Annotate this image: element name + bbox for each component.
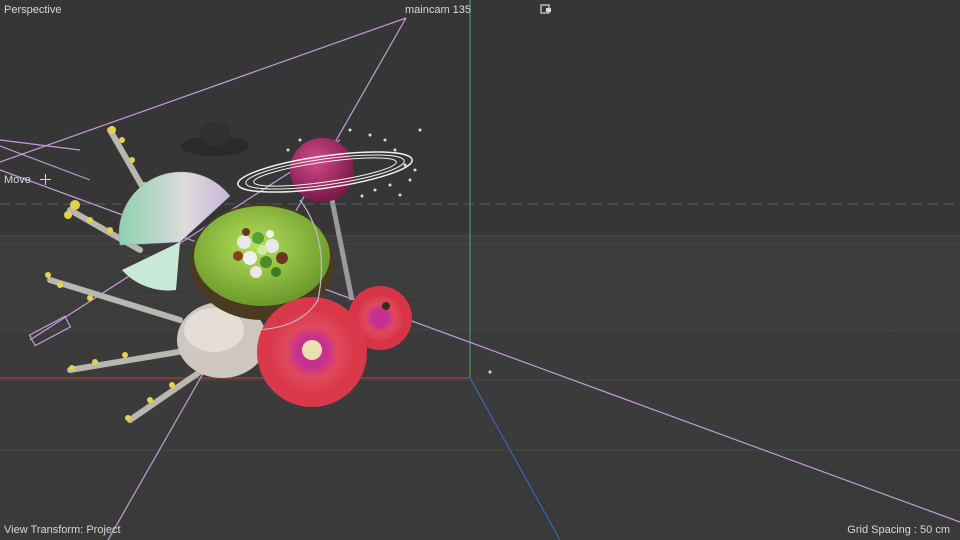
move-crosshair-icon: [40, 174, 51, 185]
grid-spacing-label: Grid Spacing : 50 cm: [847, 524, 950, 536]
pivot-point: [488, 370, 492, 374]
active-tool-label: Move: [4, 174, 31, 186]
red-flower-large: [257, 297, 367, 407]
view-transform-label: View Transform: Project: [4, 524, 121, 536]
magenta-planet: [290, 138, 354, 202]
3d-viewport[interactable]: Perspective maincam 135 Move View Transf…: [0, 0, 960, 540]
camera-name-label[interactable]: maincam 135: [405, 4, 471, 17]
planet-stick: [327, 189, 355, 301]
view-name-label[interactable]: Perspective: [4, 4, 61, 17]
z-axis: [469, 377, 561, 540]
viewport-scene[interactable]: [0, 0, 960, 540]
kiwi-bowl: [194, 206, 330, 306]
camera-link-icon[interactable]: [540, 3, 552, 15]
